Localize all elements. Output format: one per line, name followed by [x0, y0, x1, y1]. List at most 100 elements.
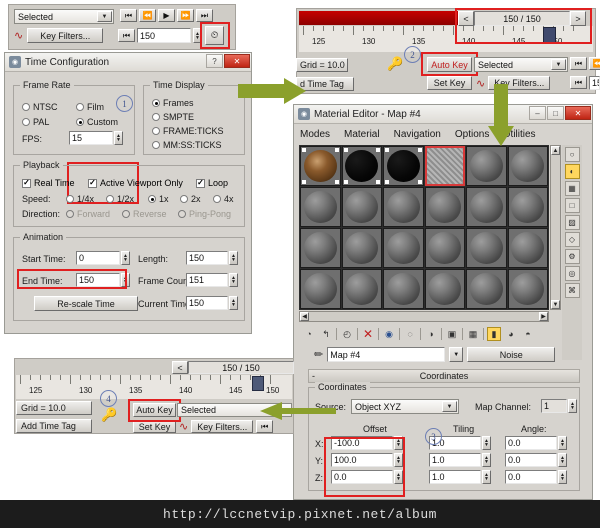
angle-y-spinner[interactable]: ▲ ▼ [558, 453, 567, 467]
timeline-top-go-start-icon[interactable]: ⏮ [570, 57, 587, 70]
length-input[interactable]: 150 [186, 251, 228, 265]
close-icon[interactable]: ✕ [565, 106, 591, 120]
material-sample-slots[interactable] [299, 145, 549, 310]
material-slot[interactable] [424, 269, 465, 309]
material-slot[interactable] [383, 228, 424, 268]
menu-material[interactable]: Material [344, 129, 380, 140]
scroll-up-icon[interactable]: ▲ [551, 146, 560, 155]
make-material-copy-icon[interactable]: ◉ [382, 327, 396, 341]
get-material-icon[interactable]: ◔ [302, 327, 316, 341]
angle-z-input[interactable]: 0.0 [505, 470, 557, 484]
check-active-viewport-only[interactable]: ✓ Active Viewport Only [88, 178, 183, 188]
offset-x-input[interactable]: -100.0 [331, 436, 393, 450]
menu-modes[interactable]: Modes [300, 129, 330, 140]
chevron-down-icon[interactable]: ▼ [442, 401, 457, 412]
material-slot[interactable] [383, 269, 424, 309]
radio-smpte[interactable]: SMPTE [152, 112, 194, 122]
frame-count-spinner[interactable]: ▲ ▼ [229, 273, 238, 287]
offset-z-spinner[interactable]: ▲ ▼ [394, 470, 403, 484]
material-slot[interactable] [341, 187, 382, 227]
material-map-navigator-icon[interactable]: ⌘ [564, 283, 580, 298]
timeline-top-prev-icon[interactable]: ⏪ [589, 57, 600, 70]
help-button[interactable]: ? [206, 54, 223, 68]
map-name-input[interactable]: Map #4 [327, 347, 446, 362]
tiling-y-spinner[interactable]: ▲ ▼ [482, 453, 491, 467]
material-effects-channel-icon[interactable]: ▣ [445, 327, 459, 341]
frame-number-spinner[interactable]: ▲ ▼ [193, 28, 202, 43]
menu-options[interactable]: Options [455, 129, 489, 140]
tiling-x-spinner[interactable]: ▲ ▼ [482, 436, 491, 450]
set-key-button-bottom[interactable]: Set Key [133, 420, 176, 433]
radio-direction-ping-pong[interactable]: Ping-Pong [178, 209, 231, 219]
reset-map-icon[interactable]: ✕ [361, 327, 375, 341]
material-slot[interactable] [507, 269, 548, 309]
fps-input[interactable]: 15 [69, 131, 113, 145]
material-slot[interactable] [466, 146, 507, 186]
key-filters-button[interactable]: Key Filters... [27, 28, 104, 43]
scroll-down-icon[interactable]: ▼ [551, 300, 560, 309]
material-slot[interactable] [341, 146, 382, 186]
map-name-dropdown-icon[interactable]: ▼ [449, 347, 464, 362]
radio-custom[interactable]: Custom [76, 117, 118, 127]
source-combo[interactable]: Object XYZ ▼ [351, 399, 459, 414]
tiling-z-spinner[interactable]: ▲ ▼ [482, 470, 491, 484]
key-icon[interactable]: 🔑 [387, 56, 403, 72]
scroll-left-icon[interactable]: ◀ [300, 312, 309, 321]
eyedropper-icon[interactable]: ✏ [314, 348, 323, 361]
offset-y-input[interactable]: 100.0 [331, 453, 393, 467]
radio-film[interactable]: Film [76, 102, 104, 112]
material-slot[interactable] [300, 187, 341, 227]
radio-speed-4x[interactable]: 4x [213, 194, 234, 204]
background-checker-icon[interactable]: ▦ [564, 181, 580, 196]
check-loop[interactable]: ✓ Loop [196, 178, 228, 188]
next-frame-readout-button[interactable]: > [570, 11, 586, 26]
material-slot[interactable] [341, 269, 382, 309]
scroll-right-icon[interactable]: ▶ [539, 312, 548, 321]
maximize-icon[interactable]: □ [547, 106, 564, 120]
check-real-time[interactable]: ✓ Real Time [22, 178, 75, 188]
offset-z-input[interactable]: 0.0 [331, 470, 393, 484]
timeline-top-slider-handle[interactable] [543, 27, 556, 43]
map-channel-spinner[interactable]: ▲ ▼ [568, 399, 577, 413]
fps-spinner[interactable]: ▲ ▼ [114, 131, 123, 145]
previous-frame-readout-button-bottom[interactable]: < [172, 361, 188, 374]
coordinates-rollout-header[interactable]: - Coordinates [308, 369, 580, 383]
length-spinner[interactable]: ▲ ▼ [229, 251, 238, 265]
material-slot[interactable] [466, 269, 507, 309]
assign-material-to-selection-icon[interactable]: ◴ [340, 327, 354, 341]
radio-speed-1x[interactable]: 1x [148, 194, 169, 204]
material-slot[interactable] [507, 228, 548, 268]
play-icon[interactable]: ▶ [158, 9, 175, 22]
map-channel-input[interactable]: 1 [541, 399, 567, 413]
material-slot[interactable] [507, 146, 548, 186]
set-key-nav-icon[interactable]: ⏮ [118, 29, 135, 42]
key-filters-button-bottom[interactable]: Key Filters... [191, 420, 254, 433]
options-icon[interactable]: ⚙ [564, 249, 580, 264]
tiling-y-input[interactable]: 1.0 [429, 453, 481, 467]
material-slot[interactable] [466, 228, 507, 268]
radio-speed-half[interactable]: 1/2x [106, 194, 134, 204]
material-slot[interactable] [300, 228, 341, 268]
sample-type-sphere-icon[interactable]: ○ [564, 147, 580, 162]
close-icon[interactable]: ✕ [224, 54, 250, 68]
animation-curve-icon[interactable]: ∿ [476, 77, 485, 90]
time-configuration-icon[interactable]: ⏲ [205, 26, 224, 45]
auto-key-button-top[interactable]: Auto Key [427, 57, 472, 72]
key-icon[interactable]: 🔑 [101, 407, 117, 423]
timeline-top-key-nav-icon[interactable]: ⏮ [570, 76, 587, 89]
show-end-result-icon[interactable]: ▮ [487, 327, 501, 341]
timeline-bottom-slider-handle[interactable] [252, 376, 264, 391]
radio-frame-ticks[interactable]: FRAME:TICKS [152, 126, 224, 136]
slots-vertical-scrollbar[interactable]: ▲ ▼ [550, 145, 561, 310]
angle-x-input[interactable]: 0.0 [505, 436, 557, 450]
video-color-check-icon[interactable]: ▨ [564, 215, 580, 230]
radio-direction-forward[interactable]: Forward [66, 209, 110, 219]
radio-direction-reverse[interactable]: Reverse [122, 209, 167, 219]
set-key-button-top[interactable]: Set Key [427, 76, 472, 90]
angle-z-spinner[interactable]: ▲ ▼ [558, 470, 567, 484]
frame-count-input[interactable]: 151 [186, 273, 228, 287]
timeline-top-selected-combo[interactable]: Selected ▼ [474, 57, 568, 72]
go-to-end-icon[interactable]: ⏭ [196, 9, 213, 22]
go-to-start-icon[interactable]: ⏮ [120, 9, 137, 22]
angle-x-spinner[interactable]: ▲ ▼ [558, 436, 567, 450]
